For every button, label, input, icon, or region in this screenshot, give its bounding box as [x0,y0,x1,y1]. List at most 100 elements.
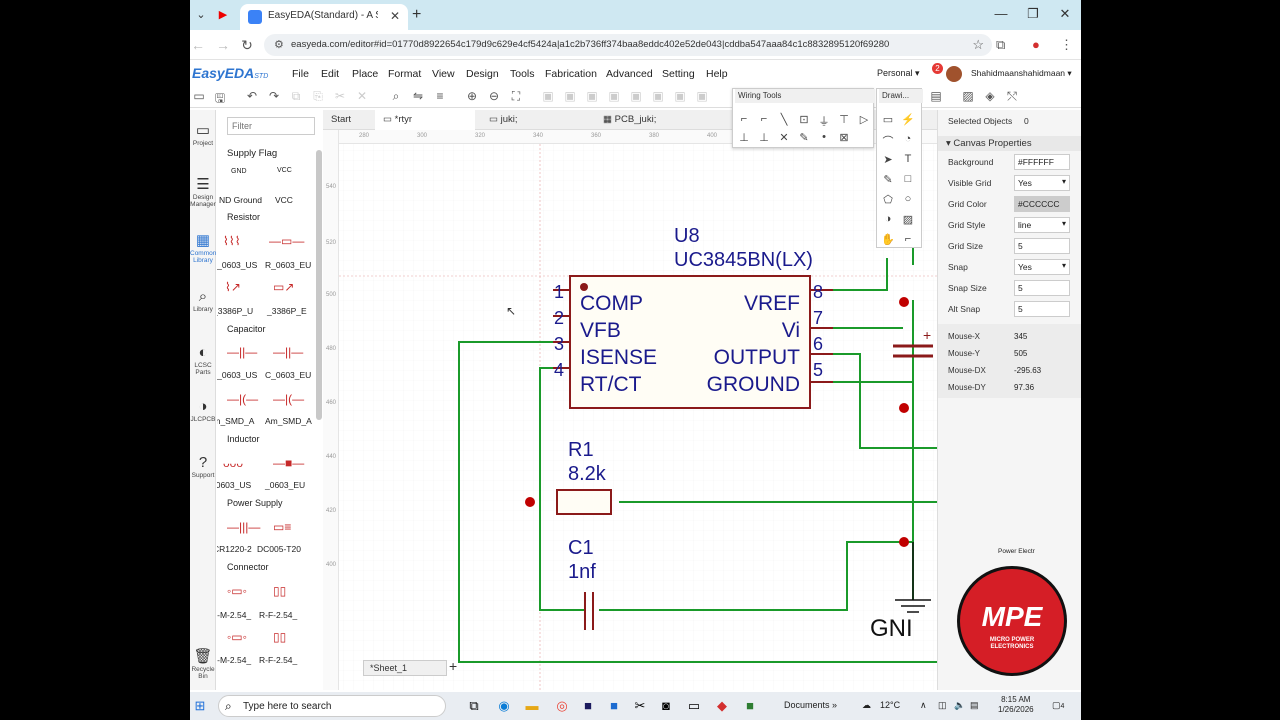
hand-tool-icon[interactable]: ✋ [881,233,895,246]
corner-tool-icon[interactable]: ⌐ [901,233,915,245]
polygon-tool-icon[interactable]: ⬠ [881,193,895,206]
category-supply-flag[interactable]: Supply Flag [227,148,277,159]
excel-icon[interactable]: ■ [742,698,758,714]
inductor-eu-icon[interactable]: —■— [273,456,304,470]
zoom-in-icon[interactable]: ⊕ [464,89,480,103]
reload-button[interactable]: ↻ [239,37,255,54]
wire-tool-icon[interactable]: ⌐ [737,113,751,125]
battery-icon[interactable]: —|||— [227,520,260,534]
resistor-us-icon[interactable]: ⌇⌇⌇ [223,234,241,248]
prop-snap-select[interactable]: Yes [1014,259,1070,275]
symbol-c-smd2[interactable]: Am_SMD_A [265,416,312,426]
extensions-icon[interactable]: ⧉ [996,37,1005,53]
prop-grid-size-value[interactable]: 5 [1014,238,1070,254]
pot-us-icon[interactable]: ⌇↗ [225,280,241,294]
symbol-c-smd[interactable]: an_SMD_A [217,416,254,426]
text-tool-icon[interactable]: T [901,153,915,165]
volume-icon[interactable]: 🔈 [954,700,965,711]
symbol-r-us[interactable]: R_0603_US [217,260,257,270]
cap-pol-icon[interactable]: —|(— [227,392,258,406]
forward-button[interactable]: → [215,37,231,53]
category-inductor[interactable]: Inductor [227,434,260,444]
library-scrollbar[interactable] [316,150,322,420]
rail-jlcpcb[interactable]: ◑ JLCPCB [190,398,216,423]
profile-icon[interactable]: ● [1032,37,1040,52]
new-file-icon[interactable]: ▭ [191,89,207,103]
schematic-canvas[interactable]: + U8 UC3845BN(LX) 1 2 3 4 COMP VFB ISENS… [323,130,937,690]
weather-icon[interactable]: ☁ [862,700,871,711]
symbol-conn-m2[interactable]: R-M-2.54_ [217,655,251,665]
pot-eu-icon[interactable]: ▭↗ [273,280,294,294]
symbol-cr1220[interactable]: CR1220-2 [217,544,252,554]
symbol-vcc[interactable]: VCC [275,195,293,205]
menu-setting[interactable]: Setting [662,68,695,80]
menu-design[interactable]: Design [466,68,499,80]
layers-icon[interactable]: ◈ [982,89,998,103]
site-info-icon[interactable]: ⚙ [274,38,284,51]
symbol-c-eu[interactable]: C_0603_EU [265,370,311,380]
acrobat-icon[interactable]: ◆ [714,698,730,714]
prop-alt-snap-value[interactable]: 5 [1014,301,1070,317]
windows-start-icon[interactable]: ⊞ [192,698,208,714]
fit-view-icon[interactable]: ⛶ [508,89,524,104]
camera-icon[interactable]: ◙ [658,698,674,714]
workspace-select[interactable]: Personal ▾ [877,68,920,79]
menu-fabrication[interactable]: Fabrication [545,68,597,80]
user-menu[interactable]: Shahidmaanshahidmaan ▾ [971,68,1072,79]
prop-snap-size-value[interactable]: 5 [1014,280,1070,296]
tab-rtyr[interactable]: ▭ *rtyr [375,110,475,130]
menu-edit[interactable]: Edit [321,68,339,80]
junction-icon[interactable]: • [817,131,831,143]
ic-value[interactable]: UC3845BN(LX) [674,249,813,271]
restore-button[interactable]: ❐ [1024,6,1042,22]
rail-lcsc[interactable]: ◐ LCSC Parts [190,344,216,376]
sheet-tab[interactable]: *Sheet_1 [363,660,447,676]
notification-badge[interactable]: 2 [932,63,943,74]
cap-pol2-icon[interactable]: —|(— [273,392,304,406]
find-icon[interactable]: ⌕ [388,89,404,104]
prop-grid-color-value[interactable]: #CCCCCC [1014,196,1070,212]
align-icon[interactable]: ⇋ [410,89,426,103]
netflag-vcc-icon[interactable]: ⊤ [837,113,851,126]
tab-pcb-juki[interactable]: ▦ PCB_juki; [595,110,715,130]
r1-ref[interactable]: R1 [568,439,594,461]
conn-m-icon[interactable]: ◦▭◦ [227,584,247,598]
menu-tools[interactable]: Tools [510,68,535,80]
toolbar-icon[interactable]: ▣ [672,89,688,103]
symbol-l-us[interactable]: _0603_US [217,480,251,490]
gnd-symbol-icon[interactable]: GND [231,168,247,175]
freehand-tool-icon[interactable]: ✎ [881,173,895,186]
conn-f-icon[interactable]: ▯▯ [273,584,286,598]
network-icon[interactable]: ◫ [938,700,947,711]
avatar[interactable] [946,66,962,82]
image-icon[interactable]: ▨ [960,89,976,103]
more-menu-icon[interactable]: ⋮ [1060,37,1073,53]
copy-icon[interactable]: ⧉ [288,89,304,104]
youtube-icon[interactable]: ▶ [216,8,230,22]
symbol-l-eu[interactable]: _0603_EU [265,480,305,490]
rect-tool-icon[interactable]: ▭ [881,113,895,126]
tab-juki[interactable]: ▭ juki; [481,110,591,130]
file-explorer-icon[interactable]: ▬ [524,698,540,714]
image-tool-icon[interactable]: ▨ [901,213,915,226]
bus-tool-icon[interactable]: ⌐ [757,113,771,125]
symbol-conn-f[interactable]: R-F-2.54_ [259,610,297,620]
url-box[interactable]: ⚙ easyeda.com/editor#id=01770d8922654c17… [264,34,992,56]
rail-project[interactable]: ▭ Project [190,122,216,147]
canvas-properties-header[interactable]: ▾ Canvas Properties [938,136,1081,151]
rail-design-manager[interactable]: ☰ Design Manager [190,176,216,208]
tray-chevron-icon[interactable]: ∧ [920,700,927,711]
toolbar-icon[interactable]: ▣ [628,89,644,103]
prop-grid-style-select[interactable]: line [1014,217,1070,233]
cap-eu-icon[interactable]: —||— [273,345,303,359]
category-connector[interactable]: Connector [227,562,269,572]
chrome-icon[interactable]: ◎ [554,698,570,714]
symbol-pot-eu[interactable]: _3386P_E [267,306,307,316]
chevron-down-icon[interactable]: ⌄ [194,8,208,22]
ellipse-tool-icon[interactable]: ○ [901,193,915,205]
temperature[interactable]: 12°C [880,700,900,710]
filter-input[interactable] [227,117,315,135]
line-tool-icon[interactable]: ⚡ [901,113,915,126]
monitor-icon[interactable]: ▭ [686,698,702,714]
redo-icon[interactable]: ↷ [266,89,282,103]
